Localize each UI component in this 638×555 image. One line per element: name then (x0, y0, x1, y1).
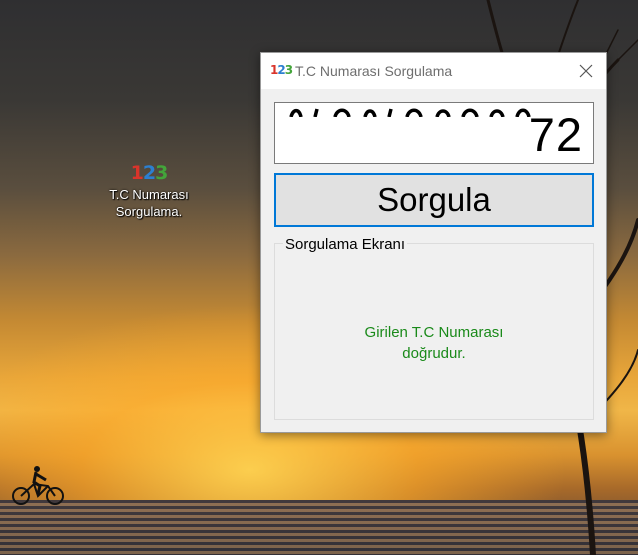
shortcut-label-line1: T.C Numarası (109, 187, 189, 202)
sorgula-button[interactable]: Sorgula (274, 173, 594, 227)
window-titlebar[interactable]: 123 T.C Numarası Sorgulama (261, 53, 606, 89)
tc-number-value: 72 (528, 108, 583, 161)
tc-number-input[interactable]: 72 (274, 102, 594, 164)
app-123-icon: 123 (130, 162, 169, 184)
tc-query-window: 123 T.C Numarası Sorgulama 72 Sorgula So… (260, 52, 607, 433)
result-line1: Girilen T.C Numarası (364, 324, 504, 341)
close-button[interactable] (566, 53, 606, 89)
window-title: T.C Numarası Sorgulama (295, 63, 453, 79)
input-scrolled-text-edge (277, 103, 532, 118)
result-message: Girilen T.C Numarası doğrudur. (275, 322, 593, 364)
shortcut-label-line2: Sorgulama. (115, 204, 183, 219)
groupbox-title: Sorgulama Ekranı (283, 236, 408, 253)
result-line2: doğrudur. (402, 345, 466, 362)
sorgulama-groupbox: Sorgulama Ekranı Girilen T.C Numarası do… (274, 236, 594, 420)
desktop-shortcut-tc-sorgulama[interactable]: 123 T.C Numarası Sorgulama. (90, 160, 208, 220)
wallpaper-cyclist (12, 466, 64, 505)
app-123-icon: 123 (270, 63, 293, 77)
close-icon (579, 64, 593, 78)
